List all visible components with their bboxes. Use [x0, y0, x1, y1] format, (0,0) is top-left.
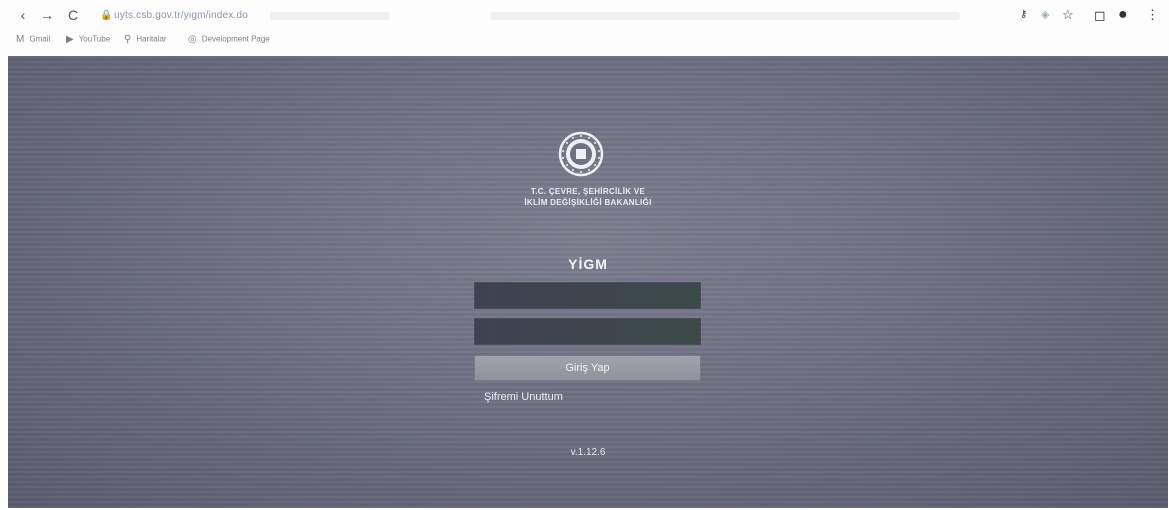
back-icon[interactable]: ‹ [14, 6, 32, 24]
extension-icon[interactable]: ◈ [1041, 6, 1049, 24]
chrome-icon: ◎ [188, 34, 197, 45]
version-label: v.1.12.6 [570, 447, 606, 458]
forgot-password-link[interactable]: Şifremi Unuttum [484, 391, 563, 403]
browser-chrome: ‹ → C 🔒 uyts.csb.gov.tr/yigm/index.do ⚷ … [0, 0, 1169, 56]
page-viewport: T.C. ÇEVRE, ŞEHİRCİLİK VE İKLİM DEĞİŞİKL… [8, 56, 1168, 508]
star-icon[interactable]: ☆ [1062, 6, 1074, 24]
bookmark-youtube[interactable]: ▶ YouTube [66, 34, 110, 45]
profile-avatar-icon[interactable]: ● [1118, 6, 1128, 24]
username-field[interactable] [474, 282, 701, 309]
bookmark-maps[interactable]: ⚲ Haritalar [124, 34, 167, 45]
ministry-line-1: T.C. ÇEVRE, ŞEHİRCİLİK VE [530, 187, 646, 196]
forward-icon[interactable]: → [38, 6, 56, 24]
youtube-icon: ▶ [66, 34, 74, 45]
browser-navbar: ‹ → C 🔒 uyts.csb.gov.tr/yigm/index.do ⚷ … [0, 4, 1169, 30]
password-field[interactable] [474, 318, 701, 345]
blurred-area [270, 12, 390, 20]
maps-icon: ⚲ [124, 34, 132, 45]
address-bar[interactable]: uyts.csb.gov.tr/yigm/index.do [114, 10, 248, 21]
ministry-logo-icon [558, 131, 604, 177]
menu-kebab-icon[interactable]: ⋮ [1146, 6, 1159, 24]
ministry-line-2: İKLİM DEĞİŞİKLİĞİ BAKANLIĞI [524, 198, 652, 207]
tab-square-icon[interactable]: ◻ [1094, 6, 1106, 24]
bookmark-development[interactable]: ◎ Development Page [188, 34, 270, 45]
blurred-area [490, 12, 960, 20]
lock-icon: 🔒 [100, 10, 113, 21]
page-title: YİGM [568, 256, 608, 272]
key-icon[interactable]: ⚷ [1020, 6, 1027, 24]
ministry-name: T.C. ÇEVRE, ŞEHİRCİLİK VE İKLİM DEĞİŞİKL… [478, 186, 698, 208]
login-button[interactable]: Giriş Yap [474, 355, 701, 381]
bookmark-gmail[interactable]: M Gmail [16, 34, 50, 45]
gmail-icon: M [16, 34, 25, 45]
bookmarks-bar: M Gmail ▶ YouTube ⚲ Haritalar ◎ Development … [0, 32, 1169, 52]
reload-icon[interactable]: C [64, 6, 82, 24]
